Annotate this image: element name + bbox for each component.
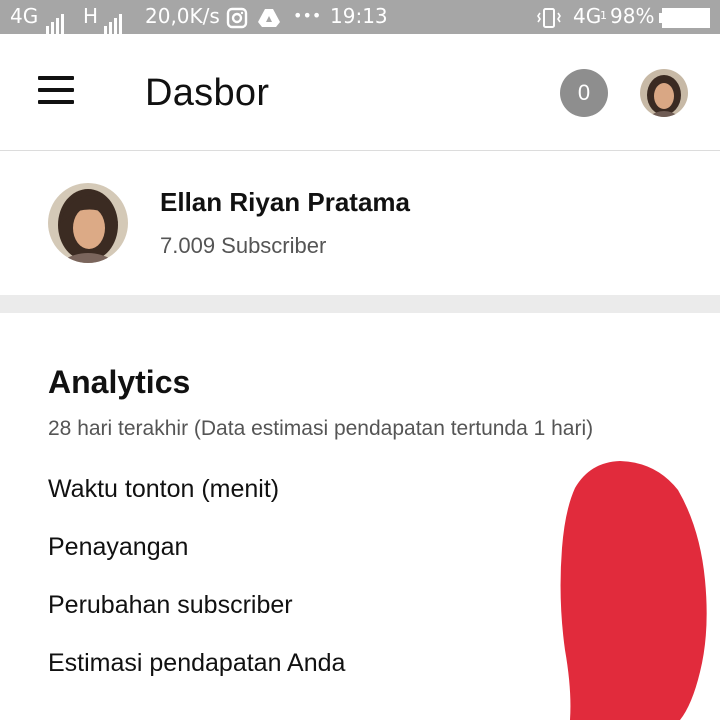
network-type-1: 4G (10, 4, 39, 28)
subscriber-count: 7.009 Subscriber (160, 233, 327, 258)
app-bar: Dasbor 0 (0, 34, 720, 151)
sim-index: 1 (600, 9, 607, 22)
menu-icon[interactable] (34, 76, 76, 108)
network-type-3: 4G (573, 4, 602, 28)
page-title: Dasbor (145, 72, 270, 114)
notification-badge[interactable]: 0 (560, 69, 608, 117)
metric-watch-time[interactable]: Waktu tonton (menit) (48, 475, 279, 504)
battery-percent: 98% (610, 4, 655, 28)
network-speed: 20,0K/s (145, 4, 220, 28)
clock: 19:13 (330, 4, 388, 28)
metric-subscriber-change[interactable]: Perubahan subscriber (48, 591, 293, 620)
channel-name: Ellan Riyan Pratama (160, 187, 410, 217)
more-notifications-icon: ••• (293, 6, 322, 25)
metric-views[interactable]: Penayangan (48, 533, 188, 562)
vibrate-icon (535, 0, 563, 34)
account-avatar[interactable] (640, 69, 688, 117)
network-type-2: H (83, 4, 99, 28)
metric-estimated-revenue[interactable]: Estimasi pendapatan Anda (48, 649, 345, 678)
channel-profile[interactable]: Ellan Riyan Pratama 7.009 Subscriber (0, 151, 720, 295)
signal-icon (46, 0, 66, 34)
channel-avatar (48, 183, 128, 263)
status-bar: 4G H 20,0K/s ••• 19:13 4G 1 98% (0, 0, 720, 34)
analytics-card: Analytics 28 hari terakhir (Data estimas… (0, 313, 720, 720)
section-divider (0, 295, 720, 313)
instagram-icon (226, 0, 248, 34)
signal-icon-2 (104, 0, 124, 34)
battery-icon (659, 0, 711, 34)
drive-icon (257, 0, 281, 34)
analytics-title: Analytics (48, 364, 191, 400)
analytics-subtitle: 28 hari terakhir (Data estimasi pendapat… (48, 417, 594, 440)
